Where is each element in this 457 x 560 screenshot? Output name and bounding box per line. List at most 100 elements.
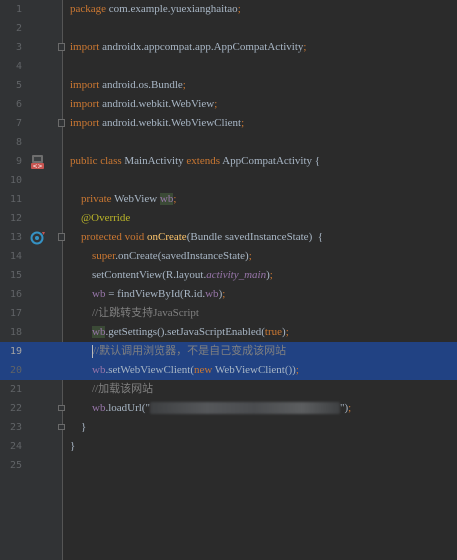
code-token: ; [303, 41, 307, 53]
code-line[interactable]: 6 import android.webkit.WebView; [0, 95, 457, 114]
line-number: 25 [9, 460, 22, 471]
fold-marker-icon[interactable] [58, 119, 65, 127]
code-token: public class [70, 155, 125, 167]
line-number: 14 [9, 251, 22, 262]
code-line[interactable]: 24} [0, 437, 457, 456]
line-number: 24 [9, 441, 22, 452]
code-token: extends [186, 155, 223, 167]
code-token: wb [92, 288, 109, 300]
code-text[interactable]: private WebView wb; [70, 190, 176, 209]
code-text[interactable]: import android.webkit.WebView; [70, 95, 217, 114]
code-token: setContentView(R.layout. [70, 269, 207, 281]
code-line[interactable]: 1 package com.example.yuexianghaitao; [0, 0, 457, 19]
code-line[interactable]: 11 private WebView wb; [0, 190, 457, 209]
line-number: 15 [9, 270, 22, 281]
code-text[interactable]: public class MainActivity extends AppCom… [70, 152, 320, 171]
code-line[interactable]: 17 //让跳转支持JavaScript [0, 304, 457, 323]
code-text[interactable]: //让跳转支持JavaScript [70, 304, 199, 323]
fold-marker-icon[interactable] [58, 233, 65, 241]
fold-marker-icon[interactable] [58, 405, 65, 411]
code-editor[interactable]: 1 package com.example.yuexianghaitao; 2 3 im… [0, 0, 457, 560]
code-text[interactable]: setContentView(R.layout.activity_main); [70, 266, 273, 285]
code-line[interactable]: 7 import android.webkit.WebViewClient; [0, 114, 457, 133]
android-activity-icon[interactable]: <> [30, 154, 46, 174]
line-number: 10 [9, 175, 22, 186]
line-number: 18 [9, 327, 22, 338]
line-number: 4 [15, 61, 22, 72]
code-text[interactable]: wb = findViewById(R.id.wb); [70, 285, 225, 304]
code-line[interactable]: 23 } [0, 418, 457, 437]
code-token: //加载该网站 [92, 383, 154, 395]
fold-marker-icon[interactable] [58, 424, 65, 430]
code-token: //默认调用浏览器，不是自己变成该网站 [93, 345, 287, 357]
code-line[interactable]: 3 import androidx.appcompat.app.AppCompat… [0, 38, 457, 57]
code-line[interactable]: 25 [0, 456, 457, 475]
line-number: 12 [9, 213, 22, 224]
code-text[interactable]: import androidx.appcompat.app.AppCompatA… [70, 38, 306, 57]
code-line[interactable]: 9 public class MainActivity extends AppCo… [0, 152, 457, 171]
code-token: import [70, 41, 103, 53]
code-token: (Bundle savedInstanceState) { [186, 231, 324, 243]
code-line[interactable]: 5 import android.os.Bundle; [0, 76, 457, 95]
code-token: = findViewById(R.id. [108, 288, 206, 300]
code-token: activity_main [206, 269, 267, 281]
code-token: ") [339, 402, 349, 414]
code-line[interactable]: 2 [0, 19, 457, 38]
code-line[interactable]: 18 wb.getSettings().setJavaScriptEnabled… [0, 323, 457, 342]
code-token: .setWebViewClient( [105, 364, 195, 376]
code-token: super [92, 250, 116, 262]
override-method-icon[interactable] [30, 230, 46, 250]
code-line[interactable]: 13 protected void onCreate(Bundle savedI… [0, 228, 457, 247]
code-line[interactable]: 12 @Override [0, 209, 457, 228]
code-line[interactable]: 14 super.onCreate(savedInstanceState); [0, 247, 457, 266]
line-number: 2 [15, 23, 22, 34]
code-token: package [70, 3, 109, 15]
code-line[interactable]: 8 [0, 133, 457, 152]
fold-marker-icon[interactable] [58, 43, 65, 51]
code-text[interactable]: super.onCreate(savedInstanceState); [70, 247, 252, 266]
code-token: wb [92, 364, 106, 376]
code-text[interactable]: //加载该网站 [70, 380, 153, 399]
code-text[interactable]: } [70, 437, 75, 456]
code-text[interactable]: protected void onCreate(Bundle savedInst… [70, 228, 323, 247]
code-token: } [70, 440, 76, 452]
code-text[interactable]: wb.setWebViewClient(new WebViewClient())… [70, 361, 299, 380]
line-number: 9 [15, 156, 22, 167]
code-text[interactable]: package com.example.yuexianghaitao; [70, 0, 241, 19]
code-token: onCreate [146, 231, 187, 243]
code-line[interactable]: 21 //加载该网站 [0, 380, 457, 399]
line-number: 3 [15, 42, 22, 53]
code-line[interactable]: 4 [0, 57, 457, 76]
code-text[interactable]: import android.os.Bundle; [70, 76, 186, 95]
code-token: .loadUrl(" [105, 402, 150, 414]
code-text[interactable]: @Override [70, 209, 130, 228]
code-token: com.example.yuexianghaitao [108, 3, 238, 15]
code-text[interactable]: import android.webkit.WebViewClient; [70, 114, 244, 133]
code-text[interactable]: wb.loadUrl(" "); [70, 399, 351, 418]
code-token: ; [182, 79, 186, 91]
code-line[interactable]: 10 [0, 171, 457, 190]
code-text[interactable]: } [70, 418, 86, 437]
code-token: new [194, 364, 215, 376]
code-text[interactable]: //默认调用浏览器，不是自己变成该网站 [70, 342, 286, 361]
code-token: .getSettings().setJavaScriptEnabled( [105, 326, 265, 338]
code-token: import [70, 98, 103, 110]
code-line[interactable]: 20 wb.setWebViewClient(new WebViewClient… [0, 361, 457, 380]
code-token: MainActivity [124, 155, 187, 167]
code-token: ; [295, 364, 299, 376]
code-line[interactable]: 16 wb = findViewById(R.id.wb); [0, 285, 457, 304]
code-token: wb [92, 326, 106, 338]
code-line[interactable]: 22 wb.loadUrl(" "); [0, 399, 457, 418]
line-number: 20 [9, 365, 22, 376]
code-text[interactable]: wb.getSettings().setJavaScriptEnabled(tr… [70, 323, 289, 342]
code-line[interactable]: 19 //默认调用浏览器，不是自己变成该网站 [0, 342, 457, 361]
code-line[interactable]: 15 setContentView(R.layout.activity_main… [0, 266, 457, 285]
